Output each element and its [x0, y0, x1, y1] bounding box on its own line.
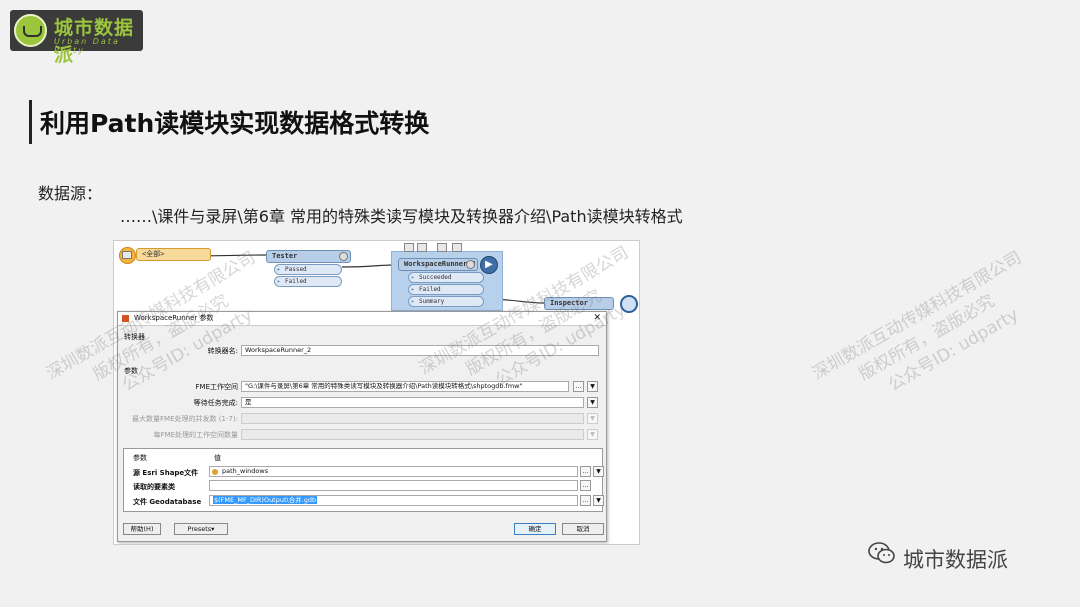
close-icon[interactable]: ✕	[593, 312, 601, 325]
footer-brand: 城市数据派	[903, 548, 1008, 572]
attribute-icon	[212, 469, 218, 475]
browse-button[interactable]: ...	[573, 381, 584, 392]
toolbar-icon-4[interactable]	[452, 243, 462, 252]
ok-button[interactable]: 确定	[514, 523, 556, 535]
transformer-name-label: 转换器名:	[207, 347, 238, 355]
presets-button[interactable]: Presets▾	[174, 523, 228, 535]
brand-logo: 城市数据派 Urban Data Party	[10, 10, 143, 66]
dialog-titlebar: WorkspaceRunner 参数 ✕	[118, 312, 606, 326]
fme-workspace-input[interactable]: "G:\课件与录屏\第6章 常用的特殊类读写模块及转换器介绍\Path读模块转格…	[241, 381, 569, 392]
group-transformer-label: 转换器	[124, 333, 145, 341]
brand-emblem-icon	[14, 14, 47, 47]
toolbar-icon-3[interactable]	[437, 243, 447, 252]
column-header-value: 值	[214, 454, 221, 462]
toolbar-icon-2[interactable]	[417, 243, 427, 252]
per-fme-input	[241, 429, 584, 440]
gear-icon[interactable]	[466, 260, 475, 269]
reader-feature-type[interactable]: <全部>	[136, 248, 211, 261]
published-params-table: 参数 值 源 Esri Shape文件 path_windows ... ▼ 读…	[123, 448, 604, 512]
browse-button[interactable]: ...	[580, 495, 591, 506]
row-gdb-input[interactable]: $(FME_MF_DIR)Output\合并.gdb	[209, 495, 578, 506]
magnifier-icon[interactable]	[620, 295, 638, 313]
toolbar-icon-1[interactable]	[404, 243, 414, 252]
fme-app-icon	[122, 315, 129, 322]
row-gdb-value: $(FME_MF_DIR)Output\合并.gdb	[213, 496, 318, 504]
fme-workspace-label: FME工作空间	[195, 383, 239, 391]
run-icon[interactable]: ▶	[480, 256, 498, 274]
per-fme-label: 每FME处理的工作空间数量	[153, 431, 239, 439]
watermark-right: 深圳数派互动传媒科技有限公司 版权所有，盗版必究 公众号ID: udparty	[809, 247, 1026, 396]
wechat-icon	[868, 542, 895, 564]
max-fme-input	[241, 413, 584, 424]
row-shape-input[interactable]: path_windows	[209, 466, 578, 477]
transformer-name-input[interactable]: WorkspaceRunner_2	[241, 345, 599, 356]
chevron-down-icon[interactable]: ▼	[593, 466, 604, 477]
dialog-title: WorkspaceRunner 参数	[134, 314, 214, 322]
inspector-node[interactable]: Inspector	[544, 297, 614, 310]
table-icon	[122, 251, 132, 259]
browse-button[interactable]: ...	[580, 466, 591, 477]
runner-port-summary[interactable]: Summary	[408, 296, 484, 307]
column-header-param: 参数	[133, 454, 147, 462]
cancel-button[interactable]: 取消	[562, 523, 604, 535]
row-featureclass-label: 读取的要素类	[133, 483, 175, 491]
chevron-down-icon[interactable]: ▼	[593, 495, 604, 506]
title-accent-bar	[29, 100, 32, 144]
gear-icon[interactable]	[339, 252, 348, 261]
row-featureclass-input[interactable]	[209, 480, 578, 491]
chevron-down-icon[interactable]: ▼	[587, 381, 598, 392]
chevron-down-icon: ▼	[587, 429, 598, 440]
wait-label: 等待任务完成:	[193, 399, 238, 407]
fme-screenshot: <全部> Tester Passed Failed WorkspaceRunne…	[113, 240, 640, 545]
group-params-label: 参数	[124, 367, 138, 375]
chevron-down-icon[interactable]: ▼	[587, 397, 598, 408]
brand-subtitle: Urban Data Party	[54, 37, 120, 55]
runner-port-succeeded[interactable]: Succeeded	[408, 272, 484, 283]
max-fme-label: 最大数量FME处理的并发数 (1-7):	[132, 415, 238, 423]
workspace-runner-dialog: WorkspaceRunner 参数 ✕ 转换器 转换器名: Workspace…	[117, 311, 607, 542]
source-path: ……\课件与录屏\第6章 常用的特殊类读写模块及转换器介绍\Path读模块转格式	[120, 207, 683, 226]
help-button[interactable]: 帮助(H)	[123, 523, 161, 535]
slide-title: 利用Path读模块实现数据格式转换	[40, 109, 430, 138]
tester-port-failed[interactable]: Failed	[274, 276, 342, 287]
row-gdb-label: 文件 Geodatabase	[133, 498, 202, 506]
row-shape-value: path_windows	[222, 467, 269, 475]
row-shape-label: 源 Esri Shape文件	[133, 469, 199, 477]
browse-button[interactable]: ...	[580, 480, 591, 491]
runner-port-failed[interactable]: Failed	[408, 284, 484, 295]
chevron-down-icon: ▼	[587, 413, 598, 424]
tester-port-passed[interactable]: Passed	[274, 264, 342, 275]
source-label: 数据源：	[38, 184, 103, 203]
wait-select[interactable]: 是	[241, 397, 584, 408]
